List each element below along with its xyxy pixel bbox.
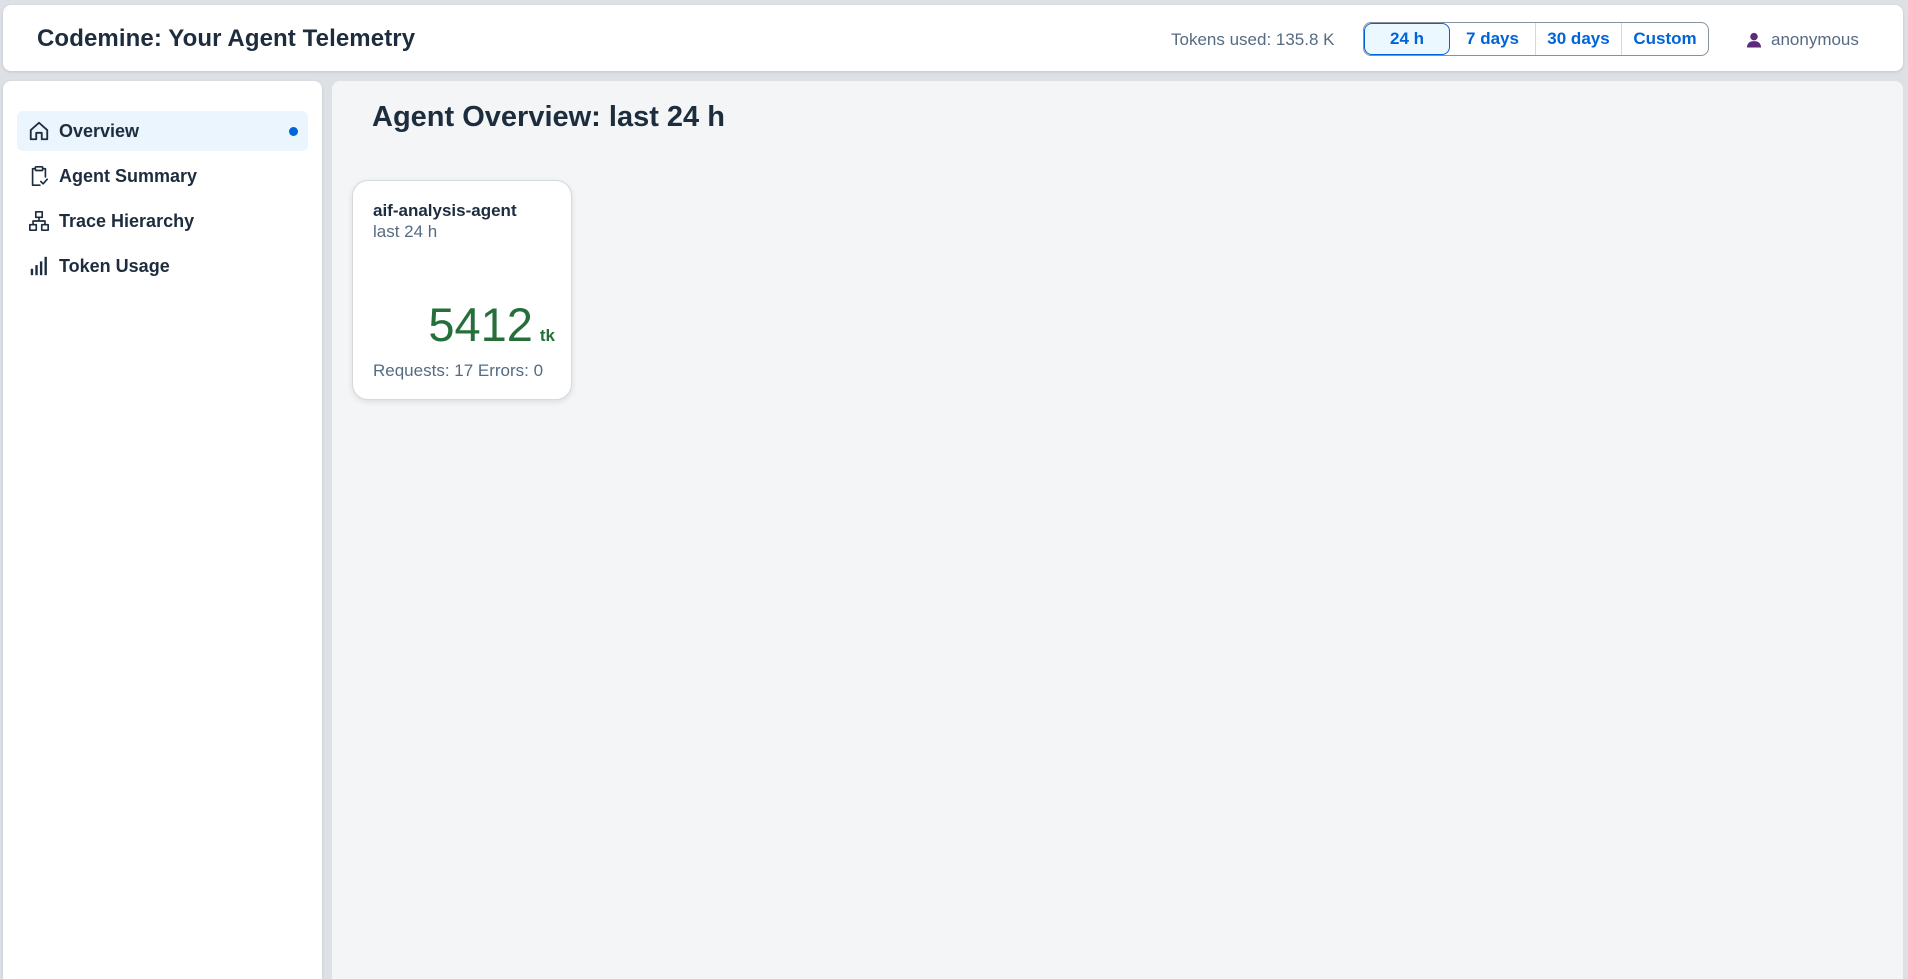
- person-icon: [1746, 32, 1762, 48]
- sidebar-item-label: Overview: [59, 120, 140, 141]
- agent-card-title: aif-analysis-agent: [373, 201, 517, 220]
- bar-chart-icon: [27, 254, 51, 278]
- token-kpi-unit: tk: [539, 326, 555, 345]
- sidebar: Overview Agent Summary Trace Hierarchy T…: [3, 81, 322, 979]
- agent-card-footer: Requests: 17 Errors: 0: [373, 361, 544, 380]
- home-icon: [27, 119, 51, 143]
- time-range-selector: 24 h 7 days 30 days Custom: [1363, 22, 1709, 56]
- main-content: Agent Overview: last 24 h aif-analysis-a…: [332, 81, 1903, 979]
- agent-card[interactable]: aif-analysis-agent last 24 h 5412 tk Req…: [352, 180, 572, 400]
- sidebar-item-label: Trace Hierarchy: [59, 210, 195, 231]
- app-title: Codemine: Your Agent Telemetry: [37, 25, 416, 52]
- token-kpi: 5412 tk: [428, 297, 555, 352]
- user-name: anonymous: [1771, 30, 1859, 49]
- tokens-used-label: Tokens used: 135.8 K: [1171, 30, 1335, 49]
- selected-indicator-dot: [289, 127, 298, 136]
- app-header: Codemine: Your Agent Telemetry Tokens us…: [3, 5, 1903, 71]
- sidebar-item-overview[interactable]: Overview: [17, 111, 308, 151]
- agent-card-subtitle: last 24 h: [373, 222, 438, 241]
- sidebar-item-label: Agent Summary: [59, 165, 198, 186]
- sidebar-item-agent-summary[interactable]: Agent Summary: [17, 156, 308, 196]
- time-range-30d-button[interactable]: 30 days: [1536, 23, 1622, 55]
- sidebar-item-trace-hierarchy[interactable]: Trace Hierarchy: [17, 201, 308, 241]
- time-range-7d-button[interactable]: 7 days: [1450, 23, 1536, 55]
- hierarchy-icon: [27, 209, 51, 233]
- sidebar-item-token-usage[interactable]: Token Usage: [17, 246, 308, 286]
- clipboard-check-icon: [27, 164, 51, 188]
- page-title: Agent Overview: last 24 h: [372, 101, 725, 133]
- token-kpi-value: 5412: [428, 298, 533, 351]
- time-range-custom-button[interactable]: Custom: [1622, 23, 1708, 55]
- sidebar-item-label: Token Usage: [59, 255, 170, 276]
- time-range-24h-button[interactable]: 24 h: [1364, 23, 1450, 55]
- user-menu[interactable]: anonymous: [1745, 30, 1859, 50]
